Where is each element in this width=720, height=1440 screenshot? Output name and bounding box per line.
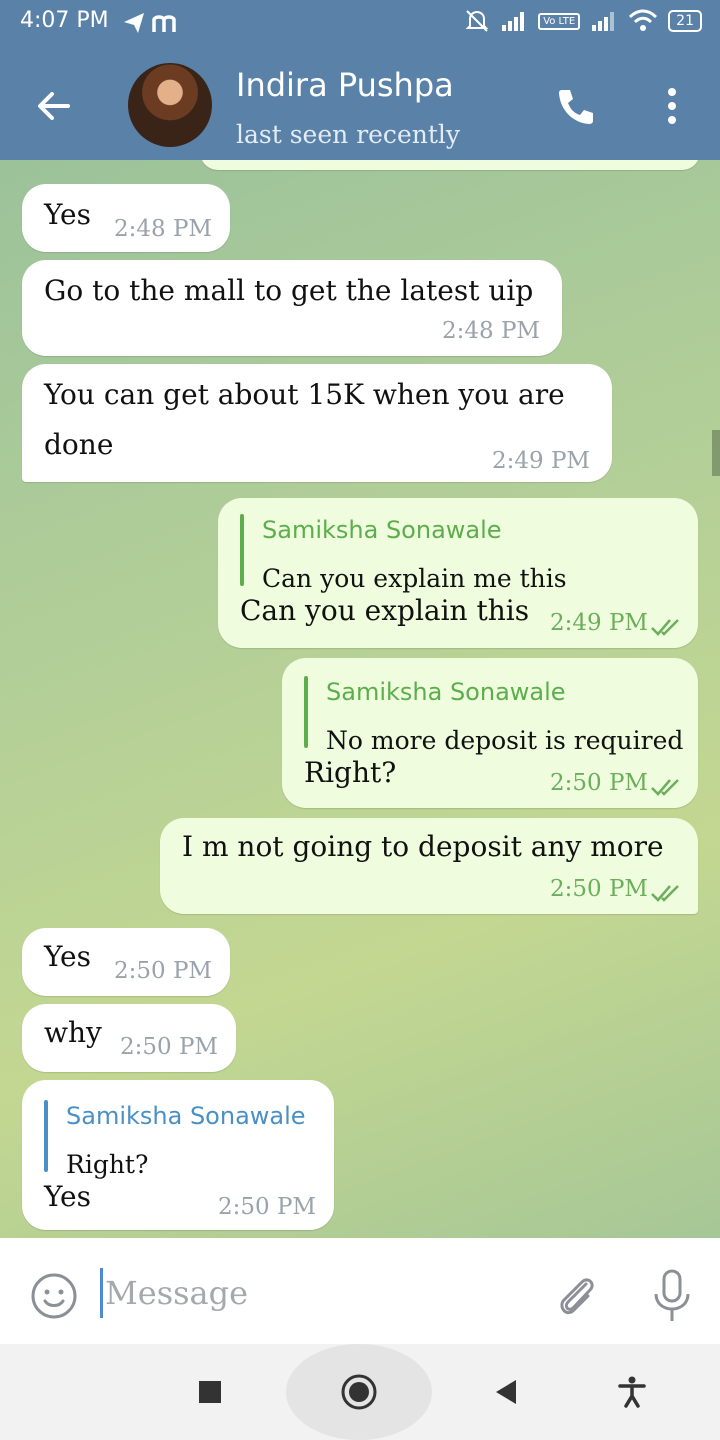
message-time: 2:50 PM bbox=[550, 876, 648, 902]
contact-name[interactable]: Indira Pushpa bbox=[236, 66, 454, 104]
accessibility-icon[interactable] bbox=[618, 1376, 646, 1408]
signal-icon bbox=[502, 12, 525, 31]
reply-quoted-text[interactable]: No more deposit is required bbox=[326, 726, 683, 755]
system-nav-bar bbox=[0, 1344, 720, 1440]
chat-header: Indira Pushpa last seen recently bbox=[0, 48, 720, 160]
message-text: why bbox=[44, 1016, 102, 1049]
signal-2-icon bbox=[592, 12, 615, 31]
avatar[interactable] bbox=[128, 63, 212, 147]
message-bubble-incoming[interactable]: why 2:50 PM bbox=[22, 1004, 236, 1072]
recents-icon[interactable] bbox=[198, 1380, 222, 1404]
reply-quoted-text[interactable]: Can you explain me this bbox=[262, 564, 567, 593]
status-right-icons: Vo LTE 21 bbox=[464, 8, 702, 34]
message-time: 2:49 PM bbox=[492, 448, 590, 474]
message-list[interactable]: Yes 2:48 PM Go to the mall to get the la… bbox=[0, 160, 720, 1238]
message-bubble-incoming[interactable]: Yes 2:48 PM bbox=[22, 184, 230, 252]
back-arrow-icon[interactable] bbox=[32, 84, 76, 128]
reply-quote-bar bbox=[304, 676, 308, 748]
message-input[interactable] bbox=[100, 1268, 520, 1318]
reply-quoted-text[interactable]: Right? bbox=[66, 1150, 148, 1179]
message-text: I m not going to deposit any more bbox=[182, 830, 664, 863]
scrollbar-thumb[interactable] bbox=[712, 430, 720, 476]
emoji-icon[interactable] bbox=[30, 1272, 78, 1320]
reply-sender-name[interactable]: Samiksha Sonawale bbox=[262, 516, 502, 544]
back-triangle-icon[interactable] bbox=[494, 1378, 518, 1406]
message-time: 2:50 PM bbox=[218, 1194, 316, 1220]
wifi-icon bbox=[629, 9, 658, 31]
message-text: Yes bbox=[44, 940, 91, 973]
more-vertical-icon[interactable] bbox=[656, 82, 688, 130]
message-bubble-partial bbox=[200, 160, 700, 170]
message-bubble-incoming[interactable]: Yes 2:50 PM bbox=[22, 928, 230, 996]
message-bubble-outgoing[interactable]: I m not going to deposit any more 2:50 P… bbox=[160, 818, 698, 914]
telegram-icon bbox=[124, 13, 144, 33]
message-bubble-outgoing[interactable]: Samiksha Sonawale Can you explain me thi… bbox=[218, 498, 698, 648]
read-ticks-icon bbox=[651, 779, 679, 796]
volte-badge: Vo LTE bbox=[538, 12, 581, 30]
message-bubble-incoming[interactable]: You can get about 15K when you are done … bbox=[22, 364, 612, 482]
message-text-line2: done bbox=[44, 428, 114, 461]
message-time: 2:50 PM bbox=[114, 958, 212, 984]
message-text: Yes bbox=[44, 1180, 91, 1213]
reply-quote-bar bbox=[44, 1100, 48, 1172]
app-m-icon bbox=[152, 15, 176, 32]
message-time: 2:48 PM bbox=[442, 318, 540, 344]
phone-icon[interactable] bbox=[552, 82, 600, 130]
reply-quote-bar bbox=[240, 514, 244, 586]
read-ticks-icon bbox=[651, 619, 679, 636]
message-bubble-outgoing[interactable]: Samiksha Sonawale No more deposit is req… bbox=[282, 658, 698, 808]
read-ticks-icon bbox=[651, 885, 679, 902]
status-bar: 4:07 PM Vo LTE 21 bbox=[0, 0, 720, 48]
message-text: Right? bbox=[304, 756, 397, 789]
reply-sender-name[interactable]: Samiksha Sonawale bbox=[66, 1102, 306, 1130]
contact-status: last seen recently bbox=[236, 120, 460, 149]
message-text-line1: You can get about 15K when you are bbox=[44, 378, 565, 411]
message-text: Go to the mall to get the latest uip bbox=[44, 274, 534, 307]
reply-sender-name[interactable]: Samiksha Sonawale bbox=[326, 678, 566, 706]
home-icon[interactable] bbox=[340, 1373, 378, 1411]
message-bubble-incoming[interactable]: Go to the mall to get the latest uip 2:4… bbox=[22, 260, 562, 356]
paperclip-icon[interactable] bbox=[552, 1270, 600, 1322]
message-composer bbox=[0, 1238, 720, 1344]
message-text: Can you explain this bbox=[240, 594, 530, 627]
message-time: 2:49 PM bbox=[550, 610, 648, 636]
message-time: 2:50 PM bbox=[120, 1034, 218, 1060]
microphone-icon[interactable] bbox=[650, 1268, 694, 1324]
battery-indicator: 21 bbox=[668, 10, 702, 32]
mute-bell-icon bbox=[465, 10, 489, 32]
status-time: 4:07 PM bbox=[20, 8, 109, 33]
notification-icons bbox=[124, 13, 176, 33]
message-text: Yes bbox=[44, 198, 91, 231]
message-time: 2:48 PM bbox=[114, 216, 212, 242]
message-time: 2:50 PM bbox=[550, 770, 648, 796]
message-bubble-incoming[interactable]: Samiksha Sonawale Right? Yes 2:50 PM bbox=[22, 1080, 334, 1230]
